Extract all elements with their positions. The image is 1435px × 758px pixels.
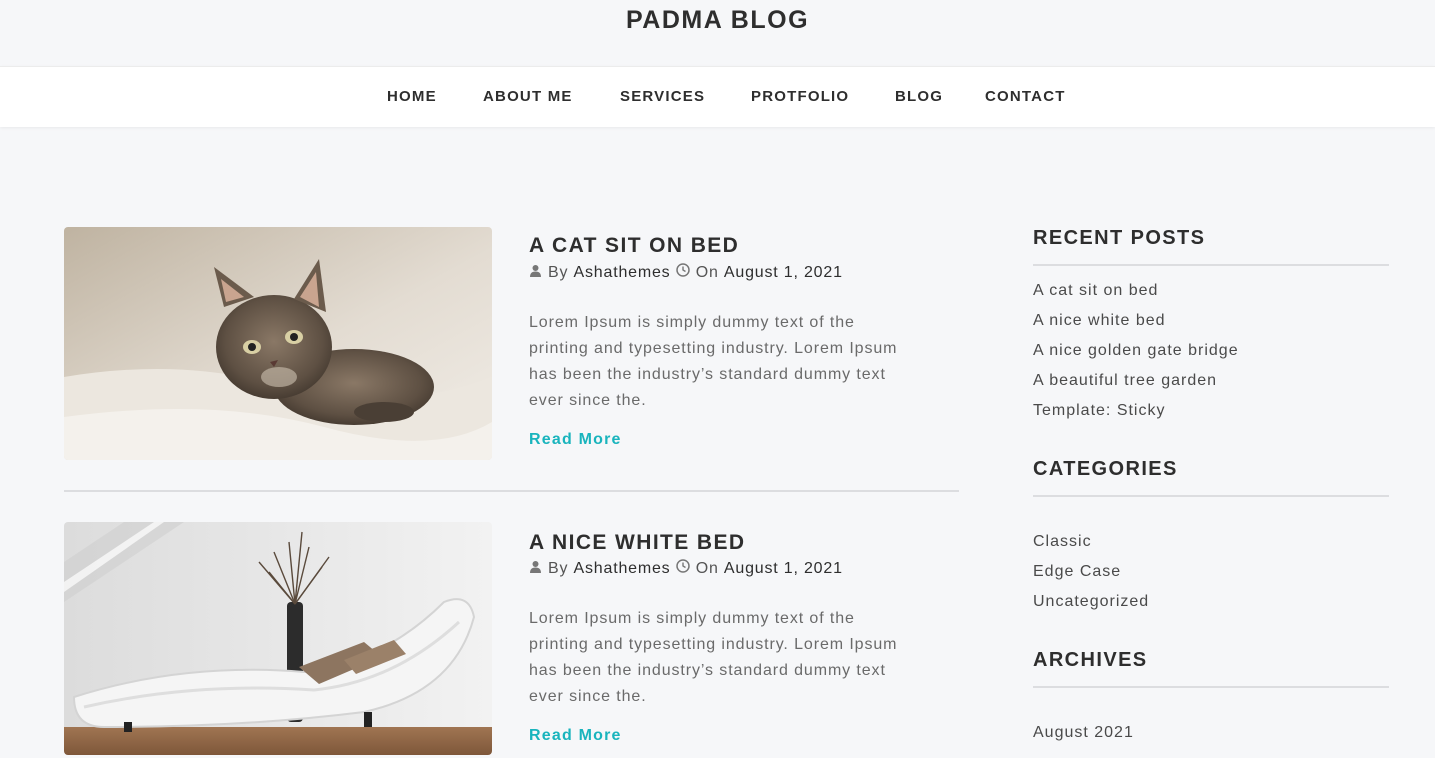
recent-post-link[interactable]: A beautiful tree garden [1033, 372, 1217, 390]
nav-services[interactable]: SERVICES [620, 88, 705, 105]
meta-on-label: On [695, 559, 719, 577]
category-link[interactable]: Classic [1033, 533, 1092, 551]
nav-about-me[interactable]: ABOUT ME [483, 88, 573, 105]
widget-title-archives: ARCHIVES [1033, 649, 1148, 671]
recent-post-link[interactable]: A nice golden gate bridge [1033, 342, 1239, 360]
recent-post-link[interactable]: Template: Sticky [1033, 402, 1165, 420]
nav-portfolio[interactable]: PROTFOLIO [751, 88, 849, 105]
widget-divider [1033, 686, 1389, 688]
widget-title-categories: CATEGORIES [1033, 458, 1178, 480]
widget-divider [1033, 495, 1389, 497]
recent-post-link[interactable]: A cat sit on bed [1033, 282, 1158, 300]
widget-title-recent-posts: RECENT POSTS [1033, 227, 1206, 249]
read-more-link[interactable]: Read More [529, 431, 622, 449]
post-excerpt: Lorem Ipsum is simply dummy text of the … [529, 314, 898, 409]
post-meta: By Ashathemes On August 1, 2021 [529, 263, 843, 282]
meta-by-label: By [548, 559, 569, 577]
post-divider [64, 490, 959, 492]
post-author[interactable]: Ashathemes [574, 560, 671, 578]
post-meta: By Ashathemes On August 1, 2021 [529, 559, 843, 578]
clock-icon [675, 263, 690, 282]
post-author[interactable]: Ashathemes [574, 264, 671, 282]
user-icon [529, 560, 542, 578]
post-thumbnail-kitten[interactable] [64, 227, 492, 460]
main-nav: HOME ABOUT ME SERVICES PROTFOLIO BLOG CO… [0, 66, 1435, 127]
category-link[interactable]: Uncategorized [1033, 593, 1149, 611]
post-title[interactable]: A NICE WHITE BED [529, 531, 745, 555]
nav-home[interactable]: HOME [387, 88, 437, 105]
white-chaise-photo [64, 522, 492, 755]
read-more-link[interactable]: Read More [529, 727, 622, 745]
post-thumbnail-white-bed[interactable] [64, 522, 492, 755]
user-icon [529, 264, 542, 282]
widget-divider [1033, 264, 1389, 266]
kitten-photo [64, 227, 492, 460]
post-date[interactable]: August 1, 2021 [724, 560, 843, 578]
post-title[interactable]: A CAT SIT ON BED [529, 234, 739, 258]
post-date[interactable]: August 1, 2021 [724, 264, 843, 282]
recent-post-link[interactable]: A nice white bed [1033, 312, 1166, 330]
meta-on-label: On [695, 263, 719, 281]
meta-by-label: By [548, 263, 569, 281]
category-link[interactable]: Edge Case [1033, 563, 1121, 581]
archive-link[interactable]: August 2021 [1033, 724, 1134, 742]
site-title[interactable]: PADMA BLOG [0, 6, 1435, 35]
clock-icon [675, 559, 690, 578]
nav-contact[interactable]: CONTACT [985, 88, 1066, 105]
nav-blog[interactable]: BLOG [895, 88, 943, 105]
post-excerpt: Lorem Ipsum is simply dummy text of the … [529, 610, 898, 705]
